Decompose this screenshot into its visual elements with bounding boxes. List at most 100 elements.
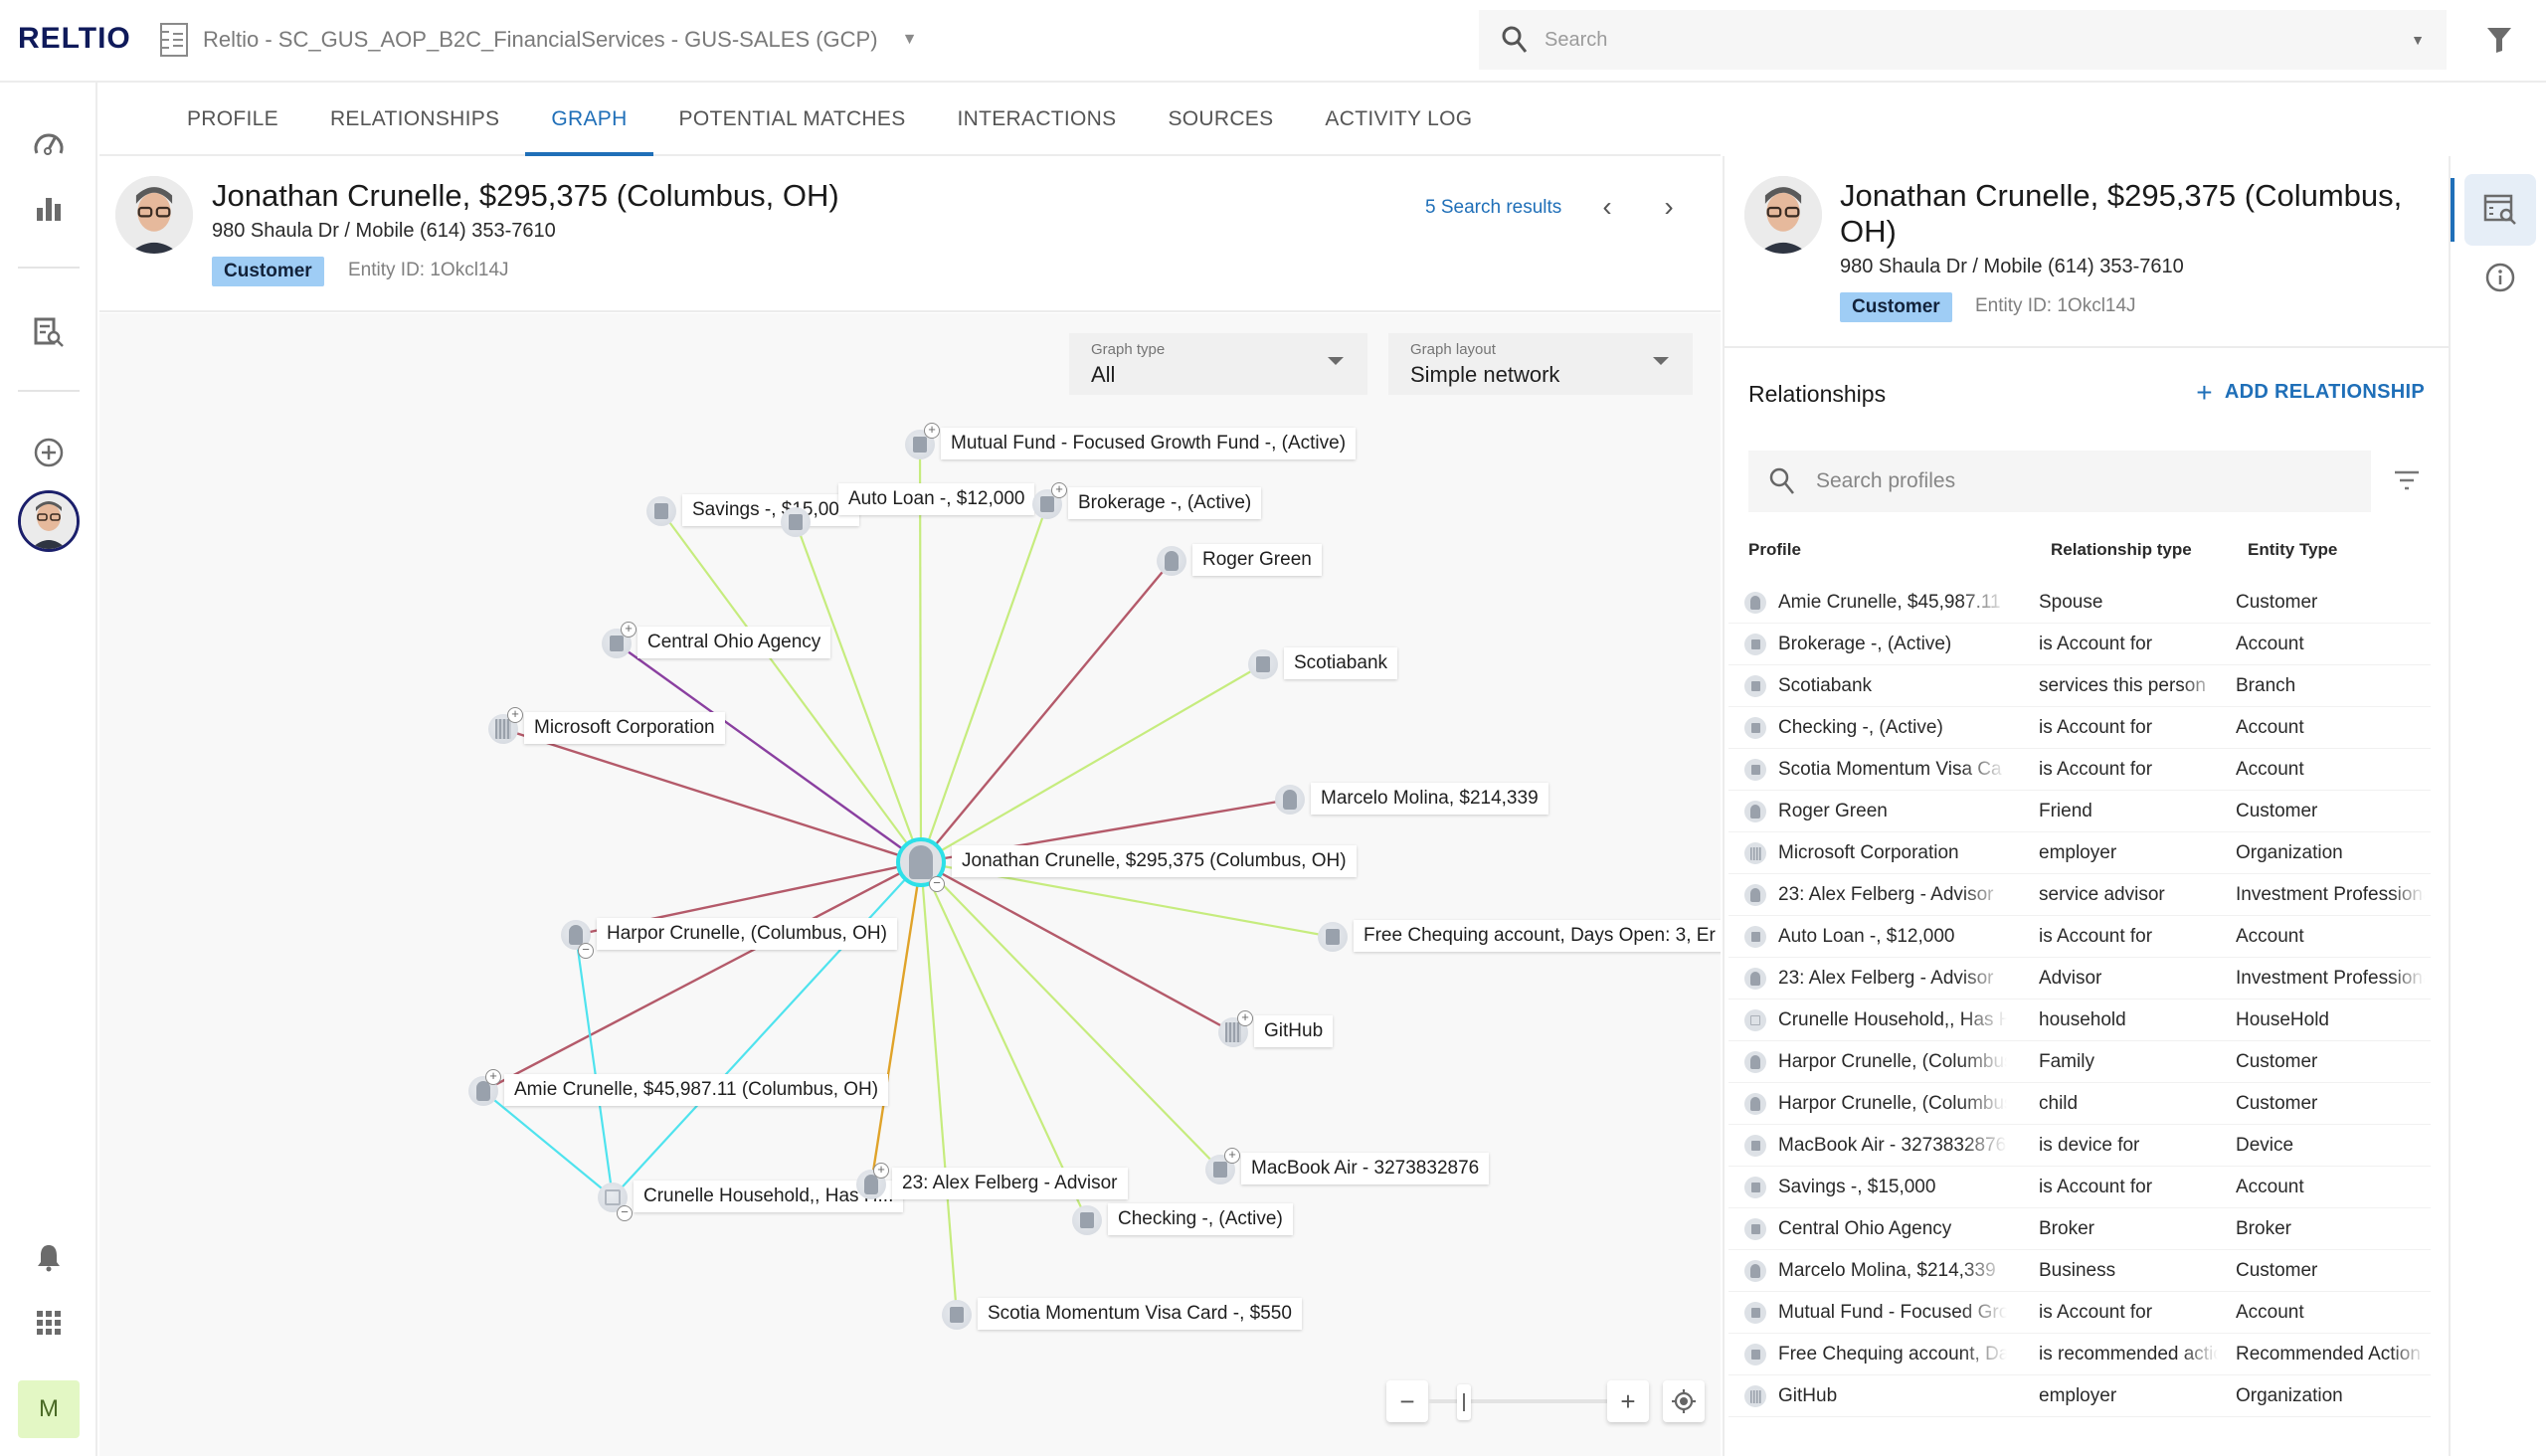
graph-node-marcelo[interactable] — [1275, 785, 1305, 815]
analytics-nav-button[interactable] — [24, 184, 74, 234]
expand-node-icon[interactable]: + — [1237, 1010, 1253, 1026]
graph-node-label[interactable]: MacBook Air - 3273832876 — [1241, 1153, 1490, 1184]
relationship-profile-name[interactable]: Mutual Fund - Focused Gro — [1778, 1302, 2007, 1324]
graph-node-autoloan[interactable] — [781, 507, 811, 537]
user-menu-button[interactable]: M — [18, 1380, 80, 1438]
graph-edge-center-autoloan[interactable] — [794, 521, 923, 863]
relationship-profile-name[interactable]: Scotia Momentum Visa Ca — [1778, 759, 2007, 781]
relationship-row[interactable]: Free Chequing account, Da is recommended … — [1728, 1334, 2431, 1375]
filter-button[interactable] — [2481, 22, 2517, 58]
graph-node-freecheq[interactable] — [1318, 922, 1348, 952]
relationship-profile-name[interactable]: 23: Alex Felberg - Advisor — [1778, 968, 2007, 990]
relationship-row[interactable]: Auto Loan -, $12,000 is Account for Accoun… — [1728, 916, 2431, 958]
collapse-node-icon[interactable]: − — [578, 943, 594, 959]
graph-edge-center-brokerage[interactable] — [919, 503, 1049, 863]
relationship-profile-name[interactable]: Savings -, $15,000 — [1778, 1177, 2007, 1198]
zoom-in-button[interactable]: + — [1607, 1380, 1649, 1422]
graph-edge-center-github[interactable] — [920, 860, 1234, 1034]
graph-node-label[interactable]: Brokerage -, (Active) — [1068, 487, 1262, 519]
relationship-row[interactable]: Scotiabank services this person Branch — [1728, 665, 2431, 707]
relationship-row[interactable]: GitHub employer Organization — [1728, 1375, 2431, 1417]
graph-type-select[interactable]: Graph type All — [1069, 333, 1367, 395]
graph-node-visa[interactable] — [942, 1300, 972, 1330]
expand-node-icon[interactable]: + — [1051, 482, 1067, 498]
expand-node-icon[interactable]: + — [507, 707, 523, 723]
relationship-profile-name[interactable]: Roger Green — [1778, 801, 2007, 822]
relationship-profile-name[interactable]: Free Chequing account, Da — [1778, 1344, 2007, 1365]
relationship-profile-name[interactable]: Auto Loan -, $12,000 — [1778, 926, 2007, 948]
expand-node-icon[interactable]: + — [873, 1163, 889, 1179]
relationship-row[interactable]: Marcelo Molina, $214,339 Business Customer — [1728, 1250, 2431, 1292]
next-result-button[interactable]: › — [1651, 189, 1687, 225]
search-profiles-nav-button[interactable] — [24, 307, 74, 357]
relationship-profile-name[interactable]: Harpor Crunelle, (Columbus — [1778, 1051, 2007, 1073]
column-header-relationship-type[interactable]: Relationship type — [2051, 540, 2192, 560]
graph-node-label[interactable]: Auto Loan -, $12,000 — [838, 483, 1035, 515]
relationship-row[interactable]: Microsoft Corporation employer Organizatio… — [1728, 832, 2431, 874]
info-panel-button[interactable] — [2464, 242, 2536, 313]
notifications-button[interactable] — [24, 1232, 74, 1282]
relationship-row[interactable]: 23: Alex Felberg - Advisor service adviso… — [1728, 874, 2431, 916]
relationship-row[interactable]: Harpor Crunelle, (Columbus child Customer — [1728, 1083, 2431, 1125]
relationship-profile-name[interactable]: Central Ohio Agency — [1778, 1218, 2007, 1240]
relationship-profile-name[interactable]: Harpor Crunelle, (Columbus — [1778, 1093, 2007, 1115]
graph-node-label[interactable]: Microsoft Corporation — [524, 712, 725, 744]
search-profiles-input[interactable]: Search profiles — [1748, 451, 2371, 512]
relationship-row[interactable]: Savings -, $15,000 is Account for Account — [1728, 1167, 2431, 1208]
relationship-profile-name[interactable]: 23: Alex Felberg - Advisor — [1778, 884, 2007, 906]
relationship-profile-name[interactable]: Microsoft Corporation — [1778, 842, 2007, 864]
relationship-profile-name[interactable]: Crunelle Household,, Has H — [1778, 1009, 2007, 1031]
graph-node-checking[interactable] — [1072, 1205, 1102, 1235]
collapse-node-icon[interactable]: − — [929, 876, 945, 892]
tab-potential-matches[interactable]: POTENTIAL MATCHES — [653, 85, 932, 154]
tab-graph[interactable]: GRAPH — [525, 85, 653, 156]
column-header-profile[interactable]: Profile — [1748, 540, 1801, 560]
apps-launcher-button[interactable] — [24, 1298, 74, 1348]
center-graph-button[interactable] — [1663, 1380, 1705, 1422]
relationships-filter-button[interactable] — [2389, 462, 2425, 498]
expand-node-icon[interactable]: + — [621, 622, 636, 637]
tab-relationships[interactable]: RELATIONSHIPS — [304, 85, 525, 154]
graph-node-label[interactable]: Central Ohio Agency — [637, 627, 831, 658]
expand-node-icon[interactable]: + — [485, 1069, 501, 1085]
search-results-link[interactable]: 5 Search results — [1425, 197, 1561, 219]
zoom-out-button[interactable]: − — [1386, 1380, 1428, 1422]
zoom-slider-track[interactable] — [1428, 1399, 1607, 1403]
relationship-row[interactable]: MacBook Air - 3273832876 is device for Dev… — [1728, 1125, 2431, 1167]
relationship-row[interactable]: Brokerage -, (Active) is Account for Accou… — [1728, 624, 2431, 665]
graph-node-label[interactable]: Jonathan Crunelle, $295,375 (Columbus, O… — [952, 845, 1357, 877]
relationship-row[interactable]: Checking -, (Active) is Account for Accoun… — [1728, 707, 2431, 749]
graph-node-label[interactable]: Roger Green — [1192, 544, 1322, 576]
expand-node-icon[interactable]: + — [1224, 1148, 1240, 1164]
graph-node-label[interactable]: Scotiabank — [1284, 647, 1398, 679]
search-dropdown-caret-icon[interactable]: ▼ — [2411, 32, 2425, 48]
relationship-row[interactable]: Mutual Fund - Focused Gro is Account for A… — [1728, 1292, 2431, 1334]
tab-sources[interactable]: SOURCES — [1142, 85, 1299, 154]
relationship-profile-name[interactable]: Brokerage -, (Active) — [1778, 634, 2007, 655]
graph-edge-amie-household[interactable] — [482, 1090, 614, 1198]
graph-layout-select[interactable]: Graph layout Simple network — [1388, 333, 1693, 395]
graph-edge-center-coa[interactable] — [616, 642, 922, 863]
relationship-row[interactable]: Harpor Crunelle, (Columbus Family Customer — [1728, 1041, 2431, 1083]
relationship-profile-name[interactable]: Marcelo Molina, $214,339 — [1778, 1260, 2007, 1282]
relationship-row[interactable]: 23: Alex Felberg - Advisor Advisor Investm… — [1728, 958, 2431, 1000]
relationship-profile-name[interactable]: Scotiabank — [1778, 675, 2007, 697]
relationship-profile-name[interactable]: GitHub — [1778, 1385, 2007, 1407]
expand-node-icon[interactable]: + — [924, 423, 940, 439]
graph-node-label[interactable]: Checking -, (Active) — [1108, 1203, 1293, 1235]
graph-node-label[interactable]: Free Chequing account, Days Open: 3, Er — [1354, 920, 1721, 952]
relationship-profile-name[interactable]: Amie Crunelle, $45,987.11 — [1778, 592, 2007, 614]
current-profile-avatar[interactable] — [18, 490, 80, 552]
graph-node-scotiabank[interactable] — [1248, 649, 1278, 679]
add-relationship-button[interactable]: + ADD RELATIONSHIP — [2196, 378, 2425, 406]
relationship-row[interactable]: Amie Crunelle, $45,987.11 Spouse Customer — [1728, 582, 2431, 624]
graph-edge-center-alex[interactable] — [869, 861, 923, 1185]
graph-node-roger[interactable] — [1157, 546, 1186, 576]
graph-edge-center-household[interactable] — [612, 861, 922, 1198]
graph-node-label[interactable]: Harpor Crunelle, (Columbus, OH) — [597, 918, 897, 950]
global-search-input[interactable]: Search ▼ — [1479, 10, 2447, 70]
relationship-row[interactable]: Roger Green Friend Customer — [1728, 791, 2431, 832]
graph-node-label[interactable]: GitHub — [1254, 1015, 1334, 1047]
create-profile-button[interactable] — [24, 428, 74, 477]
relationship-row[interactable]: Crunelle Household,, Has H household House… — [1728, 1000, 2431, 1041]
